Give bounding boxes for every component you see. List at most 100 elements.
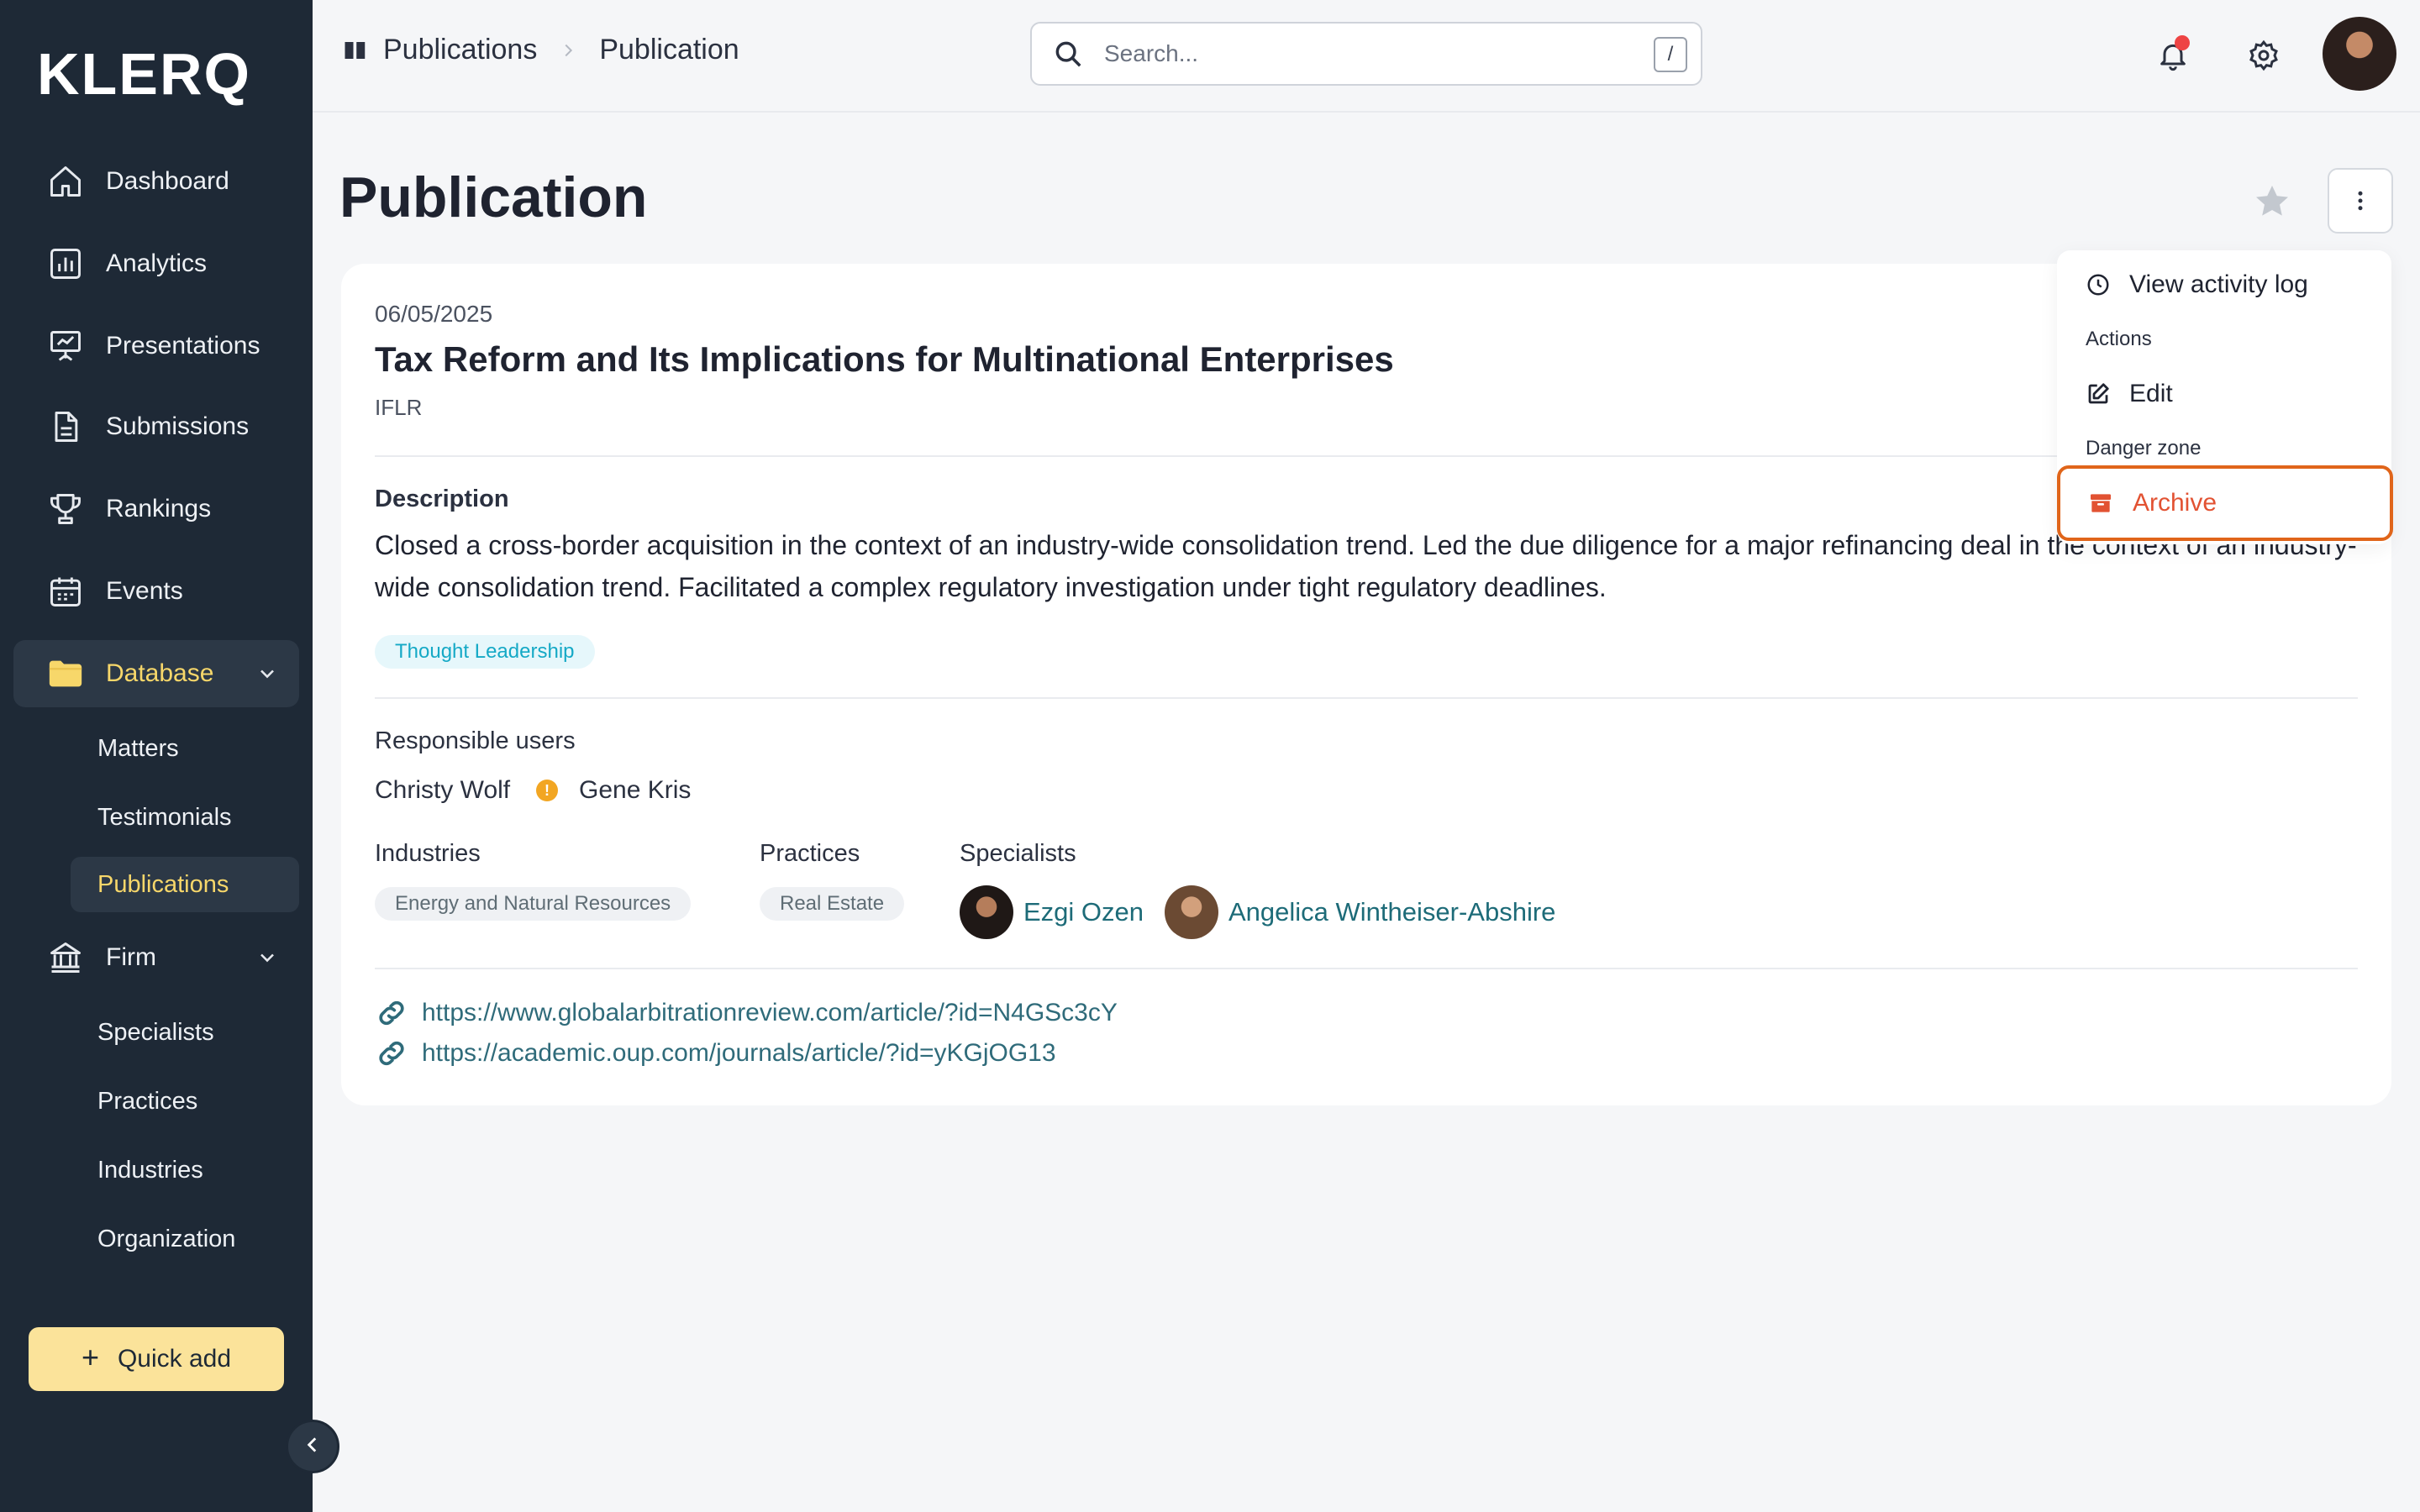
specialist-link[interactable]: Angelica Wintheiser-Abshire — [1165, 885, 1555, 939]
bank-icon — [45, 937, 86, 978]
home-icon — [45, 161, 86, 202]
more-options-button[interactable] — [2328, 168, 2393, 234]
book-icon — [343, 38, 368, 63]
collapse-sidebar-button[interactable] — [286, 1420, 339, 1473]
search-placeholder: Search... — [1104, 40, 1199, 66]
sidebar-item-label: Publications — [97, 870, 229, 898]
user-avatar[interactable] — [2323, 17, 2396, 91]
actions-section-label: Actions — [2086, 328, 2152, 350]
avatar — [960, 885, 1013, 939]
practice-chip: Real Estate — [760, 887, 905, 921]
industry-chip: Energy and Natural Resources — [375, 887, 692, 921]
sidebar-item-submissions[interactable]: Submissions — [13, 393, 299, 460]
publication-title: Tax Reform and Its Implications for Mult… — [375, 339, 1394, 379]
sidebar-item-matters[interactable]: Matters — [71, 721, 299, 776]
avatar — [1165, 885, 1218, 939]
breadcrumb-publications[interactable]: Publications — [383, 34, 537, 66]
archive-item[interactable]: Archive — [2087, 489, 2217, 517]
danger-zone-label: Danger zone — [2086, 437, 2202, 459]
practices-label: Practices — [760, 840, 860, 867]
document-icon — [45, 407, 86, 447]
view-activity-log-item[interactable]: View activity log — [2086, 270, 2308, 299]
link-icon — [375, 1037, 408, 1070]
calendar-icon — [45, 571, 86, 612]
sidebar-item-practices[interactable]: Practices — [71, 1074, 299, 1129]
sidebar-item-label: Industries — [97, 1156, 203, 1184]
sidebar-item-label: Presentations — [106, 332, 260, 360]
chevron-down-icon — [255, 946, 279, 974]
link-url: https://academic.oup.com/journals/articl… — [422, 1039, 1056, 1067]
notification-badge — [2175, 35, 2190, 50]
divider — [375, 968, 2358, 969]
favorite-button[interactable] — [2249, 178, 2296, 225]
notifications-button[interactable] — [2148, 30, 2198, 81]
search-icon — [1052, 38, 1084, 70]
clock-icon — [2086, 272, 2111, 297]
responsible-user[interactable]: Gene Kris — [579, 776, 691, 805]
link-url: https://www.globalarbitrationreview.com/… — [422, 999, 1118, 1026]
star-icon — [2252, 181, 2292, 222]
specialists-label: Specialists — [960, 840, 1076, 867]
sidebar-item-label: Events — [106, 577, 183, 605]
menu-item-label: Edit — [2129, 380, 2173, 407]
sidebar-item-industries[interactable]: Industries — [71, 1142, 299, 1198]
tag-chip: Thought Leadership — [375, 635, 595, 669]
sidebar-item-database[interactable]: Database — [13, 640, 299, 707]
sidebar-item-dashboard[interactable]: Dashboard — [13, 148, 299, 215]
chevron-down-icon — [255, 662, 279, 690]
sidebar-item-specialists[interactable]: Specialists — [71, 1005, 299, 1060]
specialist-name: Angelica Wintheiser-Abshire — [1228, 897, 1556, 927]
topbar: Publications Publication Search... / — [313, 0, 2420, 113]
sidebar-item-publications[interactable]: Publications — [71, 857, 299, 912]
sidebar-item-rankings[interactable]: Rankings — [13, 475, 299, 543]
sidebar-item-label: Matters — [97, 734, 179, 762]
sidebar-item-label: Specialists — [97, 1018, 214, 1046]
sidebar-item-analytics[interactable]: Analytics — [13, 230, 299, 297]
page-title: Publication — [339, 165, 648, 229]
search-input[interactable]: Search... / — [1030, 22, 1702, 86]
publication-source: IFLR — [375, 395, 423, 420]
menu-item-label: Archive — [2133, 489, 2217, 517]
external-link[interactable]: https://www.globalarbitrationreview.com/… — [375, 996, 1118, 1030]
specialist-link[interactable]: Ezgi Ozen — [960, 885, 1144, 939]
sidebar-item-label: Database — [106, 659, 214, 687]
sidebar-item-label: Testimonials — [97, 803, 232, 831]
bar-chart-icon — [45, 244, 86, 284]
sidebar-item-label: Firm — [106, 943, 156, 971]
plus-icon: + — [81, 1340, 99, 1374]
breadcrumb: Publications Publication — [343, 34, 739, 66]
divider — [375, 697, 2358, 699]
sidebar-item-label: Organization — [97, 1225, 236, 1252]
edit-icon — [2086, 381, 2111, 407]
app-logo[interactable]: KLERQ — [37, 40, 251, 108]
industries-label: Industries — [375, 840, 481, 867]
sidebar: KLERQ Dashboard Analytics Presentations … — [0, 0, 313, 1512]
publication-date: 06/05/2025 — [375, 301, 493, 327]
sidebar-item-label: Rankings — [106, 495, 212, 522]
sidebar-item-organization[interactable]: Organization — [71, 1211, 299, 1267]
responsible-user[interactable]: Christy Wolf — [375, 776, 510, 805]
description-label: Description — [375, 486, 509, 512]
sidebar-item-events[interactable]: Events — [13, 558, 299, 625]
chevron-right-icon — [559, 41, 577, 60]
edit-item[interactable]: Edit — [2086, 380, 2173, 408]
sidebar-item-presentations[interactable]: Presentations — [13, 312, 299, 380]
gear-icon — [2247, 39, 2281, 72]
menu-item-label: View activity log — [2129, 270, 2308, 298]
specialist-name: Ezgi Ozen — [1023, 897, 1144, 927]
trophy-icon — [45, 489, 86, 529]
external-link[interactable]: https://academic.oup.com/journals/articl… — [375, 1037, 1056, 1070]
chevron-left-icon — [302, 1434, 324, 1460]
sidebar-item-firm[interactable]: Firm — [13, 924, 299, 991]
folder-icon — [45, 654, 86, 694]
quick-add-button[interactable]: + Quick add — [29, 1327, 284, 1391]
sidebar-item-label: Analytics — [106, 249, 208, 277]
sidebar-item-testimonials[interactable]: Testimonials — [71, 790, 299, 845]
breadcrumb-publication: Publication — [599, 34, 739, 66]
sidebar-item-label: Dashboard — [106, 167, 229, 195]
quick-add-label: Quick add — [117, 1345, 232, 1373]
warning-icon: ! — [536, 780, 558, 801]
sidebar-item-label: Submissions — [106, 412, 250, 440]
responsible-users-label: Responsible users — [375, 727, 576, 754]
settings-button[interactable] — [2238, 30, 2289, 81]
